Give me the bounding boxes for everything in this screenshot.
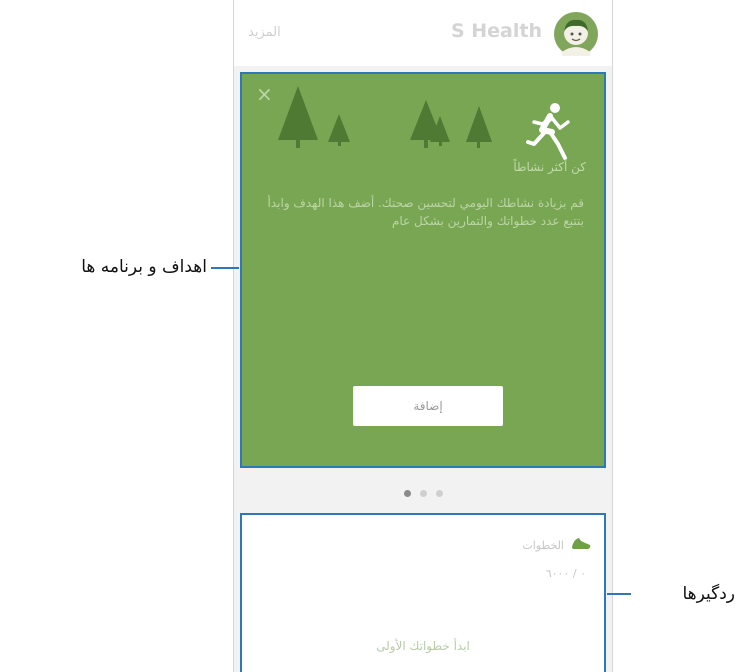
- card-heading: كن أكثر نشاطاً: [513, 160, 586, 174]
- page-dot[interactable]: [435, 490, 443, 497]
- shoe-icon: [572, 538, 591, 549]
- app-bar: المزيد S Health: [234, 0, 612, 66]
- goals-programs-card: × كن أكثر نشاطاً قم بزيادة نشاطك اليومي …: [240, 72, 606, 468]
- more-link[interactable]: المزيد: [248, 25, 281, 40]
- app-title: S Health: [450, 20, 542, 42]
- card-description: قم بزيادة نشاطك اليومي لتحسين صحتك. أضف …: [267, 196, 584, 228]
- callout-trackers: ردگیرها: [682, 584, 735, 604]
- tree-icon: [278, 86, 318, 140]
- callout-leader-line: [211, 267, 239, 269]
- runner-icon: [526, 103, 570, 160]
- tracker-value: ٠ / ٦٠٠٠: [545, 567, 586, 580]
- callout-leader-line: [607, 593, 631, 595]
- page-dot[interactable]: [419, 490, 427, 497]
- page-indicator[interactable]: [234, 490, 612, 502]
- page-dot[interactable]: [403, 490, 411, 497]
- phone-screen: المزيد S Health × كن أكثر نشاطاً قم بزيا…: [233, 0, 613, 672]
- tracker-start-text: ابدأ خطواتك الأولى: [376, 639, 470, 653]
- tree-icon: [466, 106, 492, 142]
- add-button[interactable]: إضافة: [353, 386, 503, 426]
- tree-icon: [328, 114, 350, 142]
- avatar-icon[interactable]: [554, 12, 598, 56]
- tracker-title: الخطوات: [522, 539, 564, 552]
- trackers-card[interactable]: الخطوات ٠ / ٦٠٠٠ ابدأ خطواتك الأولى: [240, 513, 606, 672]
- callout-goals-programs: اهداف و برنامه ها: [81, 257, 207, 277]
